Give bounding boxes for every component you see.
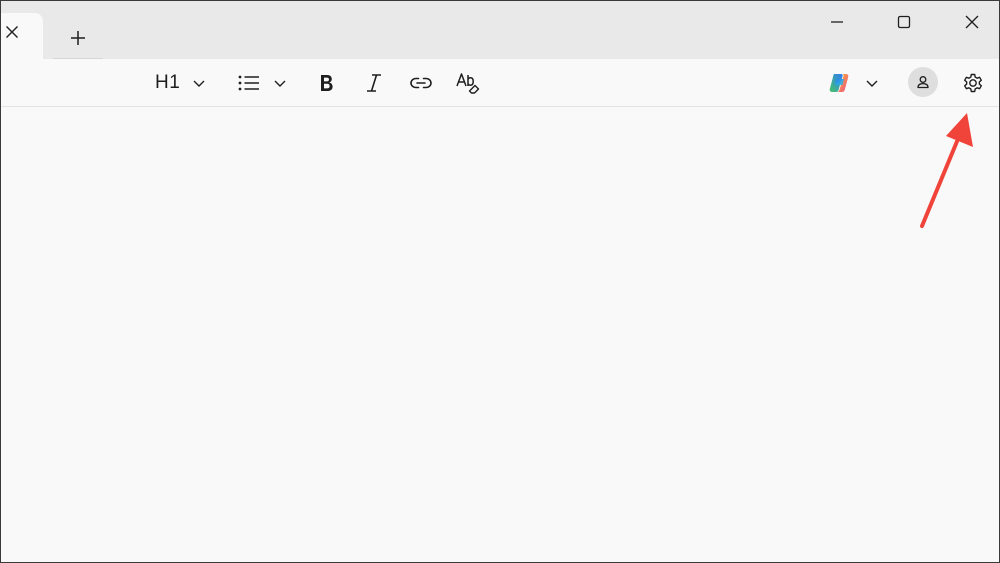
copilot-icon — [827, 71, 853, 95]
chevron-down-icon — [192, 76, 206, 90]
clear-formatting-button[interactable] — [455, 69, 481, 97]
chevron-down-icon — [273, 76, 287, 90]
new-tab-button[interactable] — [63, 25, 93, 51]
tab-close-icon[interactable] — [1, 21, 23, 43]
maximize-button[interactable] — [881, 7, 927, 37]
text-editor-area[interactable] — [1, 107, 999, 562]
close-window-button[interactable] — [949, 7, 995, 37]
minimize-button[interactable] — [814, 7, 860, 37]
maximize-icon — [896, 14, 912, 30]
italic-button[interactable] — [363, 69, 385, 97]
chevron-down-icon — [865, 76, 879, 90]
copilot-dropdown[interactable] — [827, 69, 879, 97]
account-icon — [915, 74, 931, 90]
list-style-dropdown[interactable] — [237, 69, 287, 97]
notepad-window: H1 — [0, 0, 1000, 563]
heading-style-label: H1 — [155, 72, 181, 93]
plus-icon — [70, 30, 86, 46]
minimize-icon — [829, 14, 845, 30]
insert-link-button[interactable] — [409, 69, 433, 97]
close-icon — [964, 14, 980, 30]
bold-button[interactable] — [316, 69, 336, 97]
avatar — [908, 67, 938, 97]
heading-style-dropdown[interactable]: H1 — [155, 69, 206, 97]
bold-icon — [316, 72, 336, 94]
italic-icon — [363, 72, 385, 94]
bulleted-list-icon — [237, 73, 261, 93]
link-icon — [409, 72, 433, 94]
gear-icon — [961, 71, 985, 95]
account-button[interactable] — [908, 67, 938, 97]
title-bar — [1, 1, 999, 59]
clear-formatting-icon — [455, 71, 481, 95]
settings-button[interactable] — [961, 69, 985, 97]
formatting-toolbar: H1 — [1, 59, 999, 107]
